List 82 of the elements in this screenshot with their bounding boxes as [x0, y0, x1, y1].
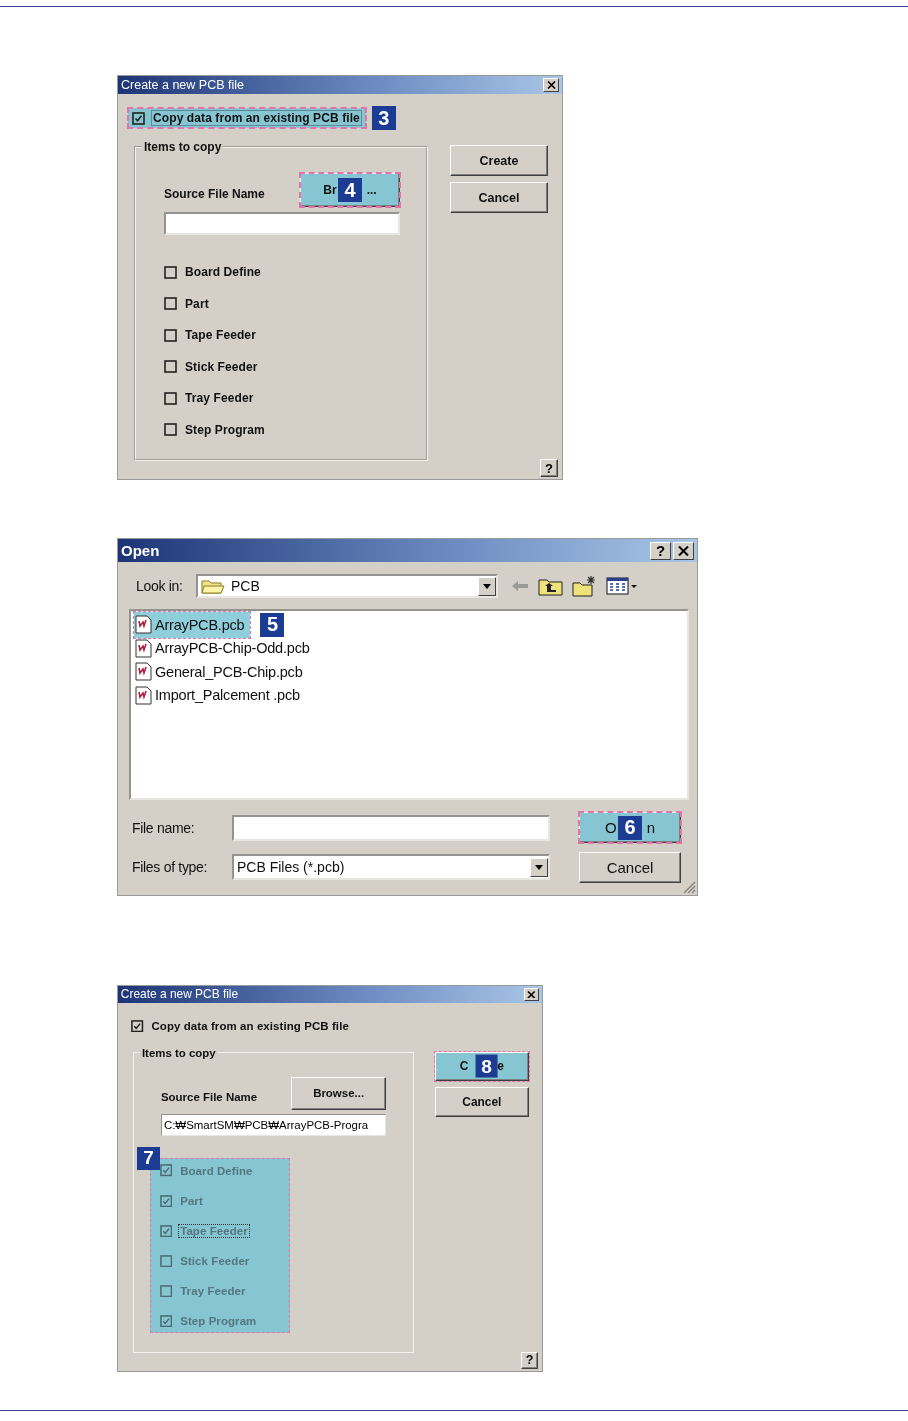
field-label: File name:	[132, 819, 196, 836]
file-item[interactable]: General_PCB-Chip.pcb	[134, 658, 309, 685]
dropdown-value: PCB Files (*.pcb)	[237, 859, 346, 875]
close-icon	[546, 81, 556, 89]
file-icon	[135, 685, 152, 705]
dialog-button[interactable]: Create	[450, 145, 548, 176]
checkbox[interactable]	[164, 360, 177, 373]
checkbox[interactable]	[164, 391, 177, 405]
checkbox[interactable]	[164, 297, 177, 310]
file-icon	[135, 615, 152, 634]
close-button[interactable]	[543, 78, 559, 92]
view-menu-icon[interactable]	[606, 576, 638, 596]
checkbox[interactable]	[131, 1019, 144, 1033]
step-badge: 7	[137, 1146, 161, 1170]
window-title: Open	[121, 542, 160, 559]
checkbox[interactable]	[160, 1314, 173, 1328]
dropdown-value: PCB	[231, 578, 261, 594]
help-button[interactable]: ?	[520, 1351, 539, 1369]
group-label: Items to copy	[140, 1046, 217, 1059]
close-button[interactable]	[523, 987, 540, 1002]
close-button[interactable]	[673, 541, 694, 560]
checkbox[interactable]	[164, 423, 177, 436]
step-badge: 4	[338, 178, 362, 202]
folder-icon	[201, 577, 225, 595]
file-item[interactable]: ArrayPCB-Chip-Odd.pcb	[134, 635, 316, 661]
browse-button[interactable]: Browse...	[290, 1077, 387, 1110]
up-folder-icon[interactable]	[538, 576, 564, 596]
dialog-button[interactable]: Cancel	[435, 1087, 529, 1117]
checkbox-label: Part	[179, 1193, 204, 1208]
file-icon	[135, 662, 152, 681]
window-title: Create a new PCB file	[120, 987, 239, 1002]
checkbox[interactable]	[160, 1284, 173, 1298]
group-label: Items to copy	[143, 140, 223, 154]
help-button[interactable]: ?	[540, 459, 558, 477]
checkbox-label: Tape Feeder	[184, 327, 257, 343]
checkbox-label: Tape Feeder	[178, 1223, 250, 1238]
input-field[interactable]	[164, 212, 400, 235]
help-button[interactable]: ?	[650, 541, 671, 560]
checkbox[interactable]	[160, 1194, 173, 1207]
dropdown-button[interactable]	[478, 576, 496, 596]
checkbox-label: Tray Feeder	[179, 1283, 247, 1298]
input-field[interactable]	[232, 814, 550, 841]
folder-dropdown[interactable]: PCB	[196, 574, 498, 598]
checkbox-label: Step Program	[184, 421, 266, 438]
new-folder-icon[interactable]	[572, 575, 598, 597]
checkbox-label: Copy data from an existing PCB file	[151, 110, 362, 126]
checkbox-label: Stick Feeder	[184, 358, 259, 375]
step-badge: 5	[260, 612, 285, 637]
window-title: Create a new PCB file	[121, 78, 244, 92]
caret-icon	[483, 583, 491, 589]
checkbox[interactable]	[160, 1224, 173, 1237]
step-badge: 8	[475, 1055, 498, 1078]
field-label: Look in:	[136, 578, 184, 594]
dialog-button[interactable]: Cancel	[579, 851, 681, 883]
close-icon	[678, 545, 689, 556]
checkbox-label: Part	[184, 295, 210, 312]
checkbox[interactable]	[164, 328, 177, 342]
checkbox-label: Tray Feeder	[184, 390, 255, 406]
caret-icon	[535, 864, 543, 870]
checkbox[interactable]	[160, 1254, 173, 1268]
dropdown-button[interactable]	[530, 857, 548, 877]
field-label: Source File Name	[164, 187, 265, 201]
checkbox-label: Step Program	[179, 1313, 258, 1328]
field-label: Source File Name	[161, 1091, 258, 1104]
checkbox[interactable]	[164, 265, 177, 279]
step-badge: 6	[618, 815, 642, 840]
checkbox[interactable]	[132, 111, 145, 125]
file-item[interactable]: Import_Palcement .pcb	[134, 682, 306, 708]
file-icon	[135, 638, 152, 658]
checkbox-label: Board Define	[179, 1163, 254, 1178]
checkbox-label: Copy data from an existing PCB file	[150, 1018, 350, 1033]
field-label: Files of type:	[132, 859, 209, 875]
checkbox-label: Board Define	[184, 264, 262, 280]
file-item[interactable]: ArrayPCB.pcb	[134, 611, 251, 638]
file-type-dropdown[interactable]: PCB Files (*.pcb)	[232, 854, 550, 880]
step-badge: 3	[371, 106, 396, 130]
resize-grip-icon[interactable]	[682, 880, 696, 894]
input-field[interactable]: C:₩SmartSM₩PCB₩ArrayPCB-Progra	[161, 1114, 387, 1137]
close-icon	[527, 990, 536, 999]
dialog-button[interactable]: Cancel	[450, 182, 548, 213]
checkbox[interactable]	[160, 1164, 173, 1177]
checkbox-label: Stick Feeder	[179, 1253, 251, 1268]
